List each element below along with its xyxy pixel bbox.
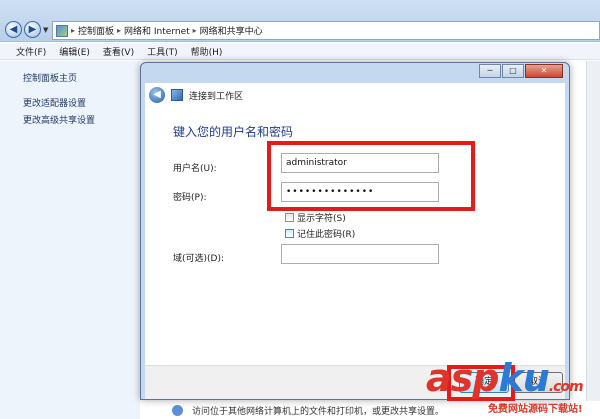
sharing-icon [172, 405, 183, 416]
menu-file[interactable]: 文件(F) [16, 45, 46, 58]
show-characters-label[interactable]: 显示字符(S) [297, 211, 346, 224]
back-arrow-icon[interactable]: ◀ [149, 87, 165, 103]
menu-bar: 文件(F) 编辑(E) 查看(V) 工具(T) 帮助(H) [0, 43, 600, 60]
sidebar-item-change-adapter-settings[interactable]: 更改适配器设置 [23, 96, 86, 109]
sidebar-item-change-advanced-sharing[interactable]: 更改高级共享设置 [23, 113, 95, 126]
password-label: 密码(P): [173, 193, 207, 203]
credentials-dialog: ─ □ ✕ ◀ 连接到工作区 键入您的用户名和密码 用户名(U): 密码(P):… [140, 62, 570, 401]
dialog-title: 连接到工作区 [189, 91, 244, 102]
remember-password-checkbox[interactable] [285, 229, 294, 238]
breadcrumb-control-panel[interactable]: 控制面板 [78, 24, 114, 37]
remember-password-label[interactable]: 记住此密码(R) [297, 227, 355, 240]
red-highlight-box [267, 141, 475, 211]
watermark-logo-asp: asp [426, 356, 499, 400]
dialog-heading: 键入您的用户名和密码 [173, 125, 294, 139]
back-icon[interactable]: ◀ [5, 21, 22, 38]
maximize-icon[interactable]: □ [502, 64, 524, 78]
close-icon[interactable]: ✕ [525, 64, 563, 78]
window-controls: ─ □ ✕ [479, 64, 563, 78]
minimize-icon[interactable]: ─ [479, 64, 501, 78]
menu-tools[interactable]: 工具(T) [147, 45, 178, 58]
dialog-body: 键入您的用户名和密码 用户名(U): 密码(P): 显示字符(S) 记住此密码(… [145, 107, 565, 365]
watermark-subtitle: 免费网站源码下载站! [488, 404, 583, 415]
domain-input[interactable] [281, 244, 439, 264]
chevron-right-icon[interactable]: ▸ [71, 26, 75, 35]
show-characters-checkbox[interactable] [285, 213, 294, 222]
remember-password-row[interactable]: 记住此密码(R) [285, 227, 355, 240]
network-icon [171, 89, 183, 101]
breadcrumb-network-sharing-center[interactable]: 网络和共享中心 [200, 24, 263, 37]
breadcrumb-network-internet[interactable]: 网络和 Internet [124, 24, 190, 37]
address-field[interactable]: ▸ 控制面板 ▸ 网络和 Internet ▸ 网络和共享中心 [52, 21, 600, 40]
menu-view[interactable]: 查看(V) [103, 45, 134, 58]
username-label: 用户名(U): [173, 164, 217, 174]
chevron-right-icon[interactable]: ▸ [193, 26, 197, 35]
forward-icon[interactable]: ▶ [24, 21, 41, 38]
watermark-logo-ku: ku [498, 356, 549, 400]
sharing-hint-text: 访问位于其他网络计算机上的文件和打印机，或更改共享设置。 [192, 407, 445, 417]
watermark-logo-suffix: .com [548, 379, 584, 395]
menu-edit[interactable]: 编辑(E) [59, 45, 90, 58]
control-panel-icon [56, 24, 68, 37]
history-dropdown-icon[interactable]: ▼ [43, 26, 48, 34]
chevron-right-icon[interactable]: ▸ [117, 26, 121, 35]
domain-label: 域(可选)(D): [173, 254, 225, 264]
sidebar-item-control-panel-home[interactable]: 控制面板主页 [23, 71, 77, 84]
address-bar-area: ◀ ▶ ▼ ▸ 控制面板 ▸ 网络和 Internet ▸ 网络和共享中心 [0, 0, 600, 42]
show-characters-row[interactable]: 显示字符(S) [285, 211, 346, 224]
vertical-scrollbar[interactable] [586, 61, 600, 401]
dialog-header: ◀ 连接到工作区 [145, 83, 565, 107]
menu-help[interactable]: 帮助(H) [191, 45, 223, 58]
